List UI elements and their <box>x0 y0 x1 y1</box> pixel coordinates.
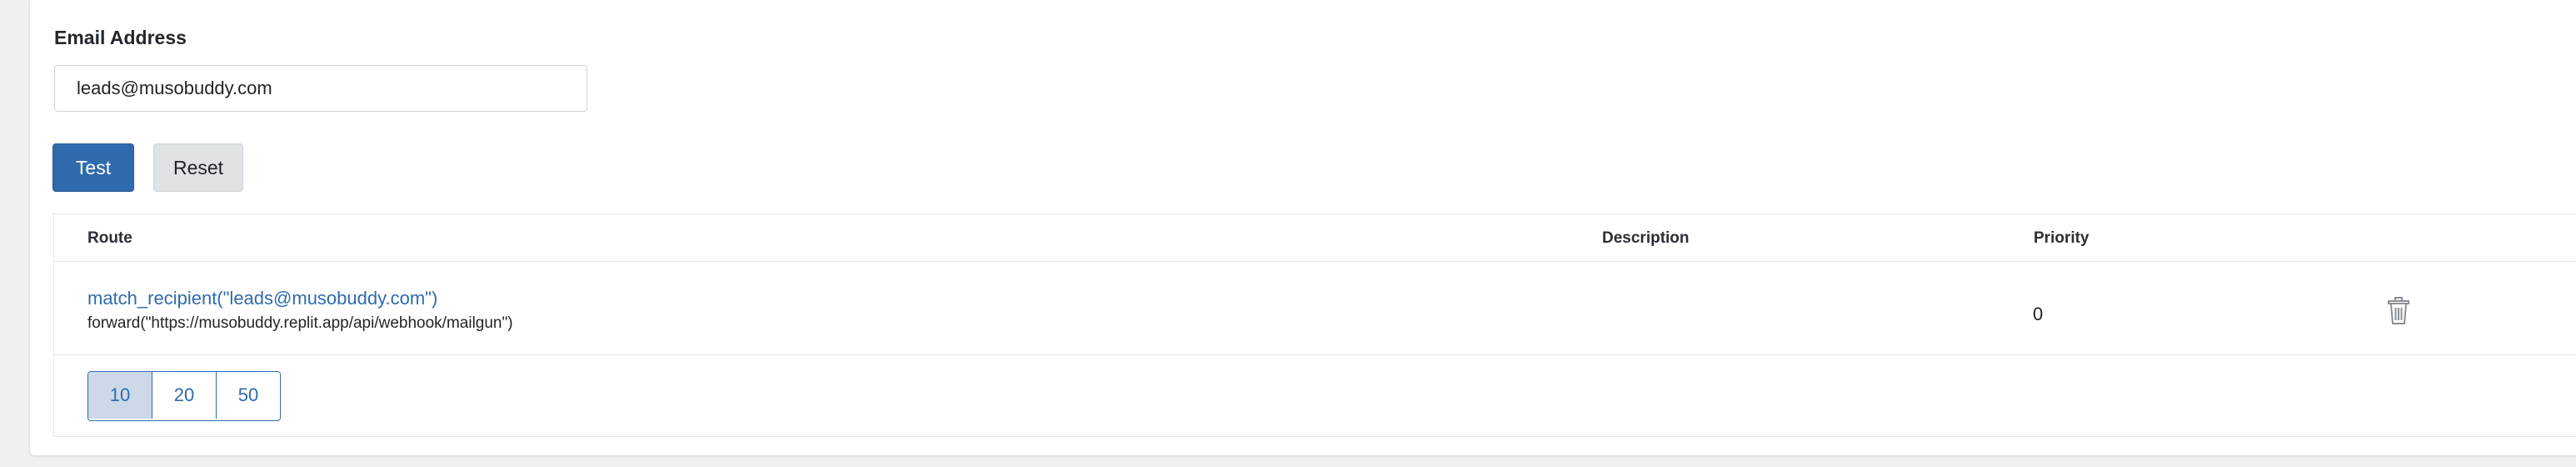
reset-button[interactable]: Reset <box>153 143 243 192</box>
page-size-20-button[interactable]: 20 <box>152 372 217 419</box>
routes-panel: Email Address Test Reset Route Descripti… <box>30 0 2576 455</box>
priority-column-header: Priority <box>2034 229 2089 247</box>
route-action: forward("https://musobuddy.replit.app/ap… <box>87 314 513 332</box>
page-size-50-button[interactable]: 50 <box>217 372 280 419</box>
trash-icon[interactable] <box>2386 297 2411 325</box>
page-size-10-button[interactable]: 10 <box>88 372 152 419</box>
route-column-header: Route <box>87 229 132 247</box>
route-expression-link[interactable]: match_recipient("leads@musobuddy.com") <box>87 288 437 309</box>
route-priority: 0 <box>2033 304 2044 324</box>
test-button[interactable]: Test <box>52 143 134 192</box>
table-row: match_recipient("leads@musobuddy.com") f… <box>54 261 2576 355</box>
table-header: Route Description Priority <box>54 214 2576 262</box>
page-size-selector: 10 20 50 <box>87 371 281 421</box>
email-address-label: Email Address <box>54 27 187 48</box>
routes-table: Route Description Priority match_recipie… <box>53 213 2576 437</box>
email-address-input[interactable] <box>54 65 587 112</box>
description-column-header: Description <box>1602 229 1690 247</box>
